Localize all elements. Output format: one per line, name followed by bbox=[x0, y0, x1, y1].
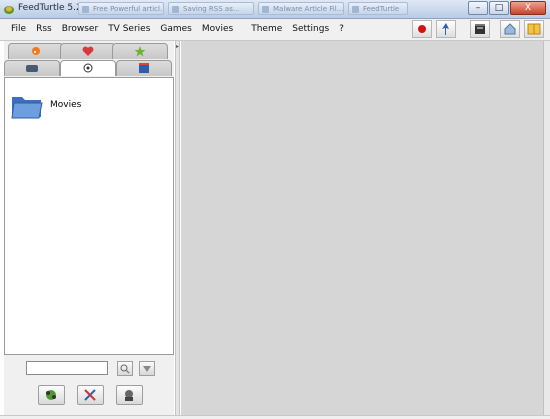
tab-tv[interactable] bbox=[4, 60, 60, 76]
search-input[interactable] bbox=[26, 361, 108, 375]
tv-icon bbox=[26, 65, 38, 72]
record-button[interactable] bbox=[412, 20, 432, 38]
turtle-icon bbox=[4, 6, 14, 14]
panel-splitter[interactable]: ▸ bbox=[175, 41, 180, 415]
rss-icon bbox=[32, 47, 40, 55]
record-icon bbox=[418, 25, 426, 33]
tab-movies[interactable] bbox=[116, 60, 172, 76]
task-item[interactable]: Saving RSS as... bbox=[168, 2, 254, 15]
tools-icon bbox=[84, 389, 96, 401]
toolbar bbox=[412, 20, 544, 38]
home-button[interactable] bbox=[500, 20, 520, 38]
add-button[interactable] bbox=[38, 385, 65, 405]
menu-tv-series[interactable]: TV Series bbox=[103, 24, 155, 34]
pin-button[interactable] bbox=[436, 20, 456, 38]
panel-actions bbox=[38, 385, 143, 405]
maximize-button[interactable]: □ bbox=[489, 1, 509, 15]
tab-starred[interactable] bbox=[112, 43, 168, 59]
task-item[interactable]: Malware Article Fil... bbox=[258, 2, 344, 15]
clapperboard-icon bbox=[475, 24, 485, 34]
gamepad-icon bbox=[83, 63, 93, 73]
chevron-down-icon bbox=[143, 366, 151, 372]
title-bar: FeedTurtle 5.2 Free Powerful articl... S… bbox=[0, 0, 550, 19]
task-item[interactable]: Free Powerful articl... bbox=[78, 2, 164, 15]
menu-file[interactable]: File bbox=[6, 24, 31, 34]
robot-icon bbox=[125, 390, 133, 401]
menu-movies[interactable]: Movies bbox=[197, 24, 238, 34]
content-area bbox=[181, 41, 543, 415]
left-panel: Movies bbox=[4, 41, 174, 415]
add-icon bbox=[46, 390, 56, 400]
window-title: FeedTurtle 5.2 bbox=[18, 3, 82, 13]
menu-bar: File Rss Browser TV Series Games Movies … bbox=[0, 19, 550, 41]
menu-games[interactable]: Games bbox=[155, 24, 196, 34]
taskbar-strip: Free Powerful articl... Saving RSS as...… bbox=[78, 2, 408, 16]
menu-settings[interactable]: Settings bbox=[287, 24, 334, 34]
window-controls: – □ X bbox=[468, 1, 546, 15]
tab-rss[interactable] bbox=[8, 43, 64, 59]
folder-tree: Movies bbox=[4, 77, 174, 355]
folder-icon[interactable] bbox=[11, 92, 43, 120]
tab-favorites[interactable] bbox=[60, 43, 116, 59]
minimize-button[interactable]: – bbox=[468, 1, 488, 15]
status-edge bbox=[0, 415, 550, 419]
pin-icon bbox=[442, 23, 449, 35]
close-button[interactable]: X bbox=[510, 1, 546, 15]
dropdown-button[interactable] bbox=[139, 361, 155, 376]
menu-browser[interactable]: Browser bbox=[57, 24, 103, 34]
menu-theme[interactable]: Theme bbox=[246, 24, 287, 34]
menu-help[interactable]: ? bbox=[334, 24, 349, 34]
movie-icon bbox=[139, 63, 149, 73]
search-icon bbox=[120, 364, 130, 374]
layout-button[interactable] bbox=[524, 20, 544, 38]
home-icon bbox=[504, 23, 516, 35]
layout-icon bbox=[527, 23, 541, 35]
task-item[interactable]: FeedTurtle bbox=[348, 2, 408, 15]
category-tabs bbox=[4, 41, 174, 77]
star-icon bbox=[134, 46, 146, 57]
menu-rss[interactable]: Rss bbox=[31, 24, 57, 34]
folder-label-movies[interactable]: Movies bbox=[50, 100, 81, 110]
tools-button[interactable] bbox=[77, 385, 104, 405]
heart-icon bbox=[82, 46, 94, 56]
window-edge bbox=[543, 41, 550, 419]
collapse-arrow-icon[interactable]: ▸ bbox=[176, 43, 179, 50]
clapperboard-button[interactable] bbox=[470, 20, 490, 38]
search-button[interactable] bbox=[117, 361, 133, 376]
tab-games[interactable] bbox=[60, 60, 116, 76]
robot-button[interactable] bbox=[116, 385, 143, 405]
